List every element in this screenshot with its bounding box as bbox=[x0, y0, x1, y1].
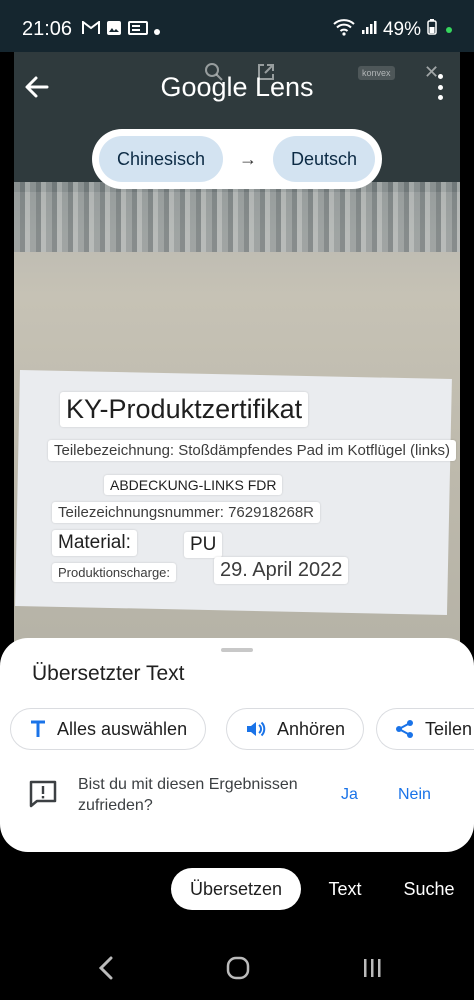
overlay-part-number[interactable]: Teilezeichnungsnummer: 762918268R bbox=[52, 502, 320, 523]
select-all-button[interactable]: Alles auswählen bbox=[10, 708, 207, 750]
status-bar: 21:06 49% bbox=[0, 0, 474, 52]
nav-back-icon[interactable] bbox=[90, 952, 122, 984]
status-time: 21:06 bbox=[22, 18, 73, 40]
sheet-title: Übersetzter Text bbox=[32, 662, 185, 685]
tab-text[interactable]: Text bbox=[318, 868, 372, 910]
gallery-icon bbox=[128, 21, 148, 40]
arrow-right-icon: → bbox=[239, 148, 257, 169]
select-all-label: Alles auswählen bbox=[57, 718, 188, 739]
photo-icon bbox=[106, 20, 122, 41]
feedback-no-button[interactable]: Nein bbox=[398, 786, 431, 804]
privacy-dot bbox=[446, 27, 452, 33]
speaker-icon bbox=[245, 719, 267, 739]
status-right: 49% bbox=[333, 18, 452, 42]
dot-icon bbox=[154, 22, 160, 40]
photo-foam-edge bbox=[14, 182, 460, 252]
drag-handle[interactable] bbox=[221, 648, 253, 652]
tab-translate[interactable]: Übersetzen bbox=[171, 868, 301, 910]
language-selector: Chinesisch → Deutsch bbox=[92, 129, 382, 189]
overlay-date[interactable]: 29. April 2022 bbox=[214, 557, 349, 584]
source-language-button[interactable]: Chinesisch bbox=[99, 136, 224, 182]
overlay-batch-label[interactable]: Produktionscharge: bbox=[52, 563, 177, 582]
overlay-cover[interactable]: ABDECKUNG-LINKS FDR bbox=[104, 475, 283, 495]
feedback-question: Bist du mit diesen Ergebnissen zufrieden… bbox=[78, 776, 298, 814]
battery-icon bbox=[427, 19, 437, 41]
overlay-title[interactable]: KY-Produktzertifikat bbox=[60, 392, 309, 427]
tab-search[interactable]: Suche bbox=[396, 868, 462, 910]
battery-percent: 49% bbox=[382, 19, 421, 40]
signal-icon bbox=[361, 19, 377, 41]
wifi-icon bbox=[333, 18, 355, 42]
gmail-icon bbox=[82, 20, 100, 40]
listen-button[interactable]: Anhören bbox=[226, 708, 365, 750]
text-select-icon bbox=[29, 719, 47, 739]
listen-label: Anhören bbox=[277, 718, 346, 739]
nav-recents-icon[interactable] bbox=[356, 952, 388, 984]
target-language-button[interactable]: Deutsch bbox=[272, 136, 375, 182]
result-sheet: Übersetzter Text Alles auswählen Anhören… bbox=[0, 638, 474, 852]
status-notification-icons bbox=[82, 20, 160, 41]
overlay-material-label[interactable]: Material: bbox=[52, 530, 137, 556]
system-nav-bar bbox=[0, 936, 474, 1000]
share-label: Teilen bbox=[425, 718, 473, 739]
mode-tabs: Übersetzen Text Suche bbox=[0, 868, 474, 912]
google-lens-logo: Google Lens bbox=[160, 72, 314, 102]
more-options-icon[interactable] bbox=[438, 74, 444, 100]
share-button[interactable]: Teilen bbox=[376, 708, 474, 750]
overlay-part-name[interactable]: Teilebezeichnung: Stoßdämpfendes Pad im … bbox=[48, 440, 457, 461]
feedback-icon bbox=[28, 779, 58, 809]
feedback-yes-button[interactable]: Ja bbox=[341, 786, 358, 804]
share-icon bbox=[395, 719, 415, 739]
nav-home-icon[interactable] bbox=[222, 952, 254, 984]
overlay-material-value[interactable]: PU bbox=[184, 532, 223, 558]
